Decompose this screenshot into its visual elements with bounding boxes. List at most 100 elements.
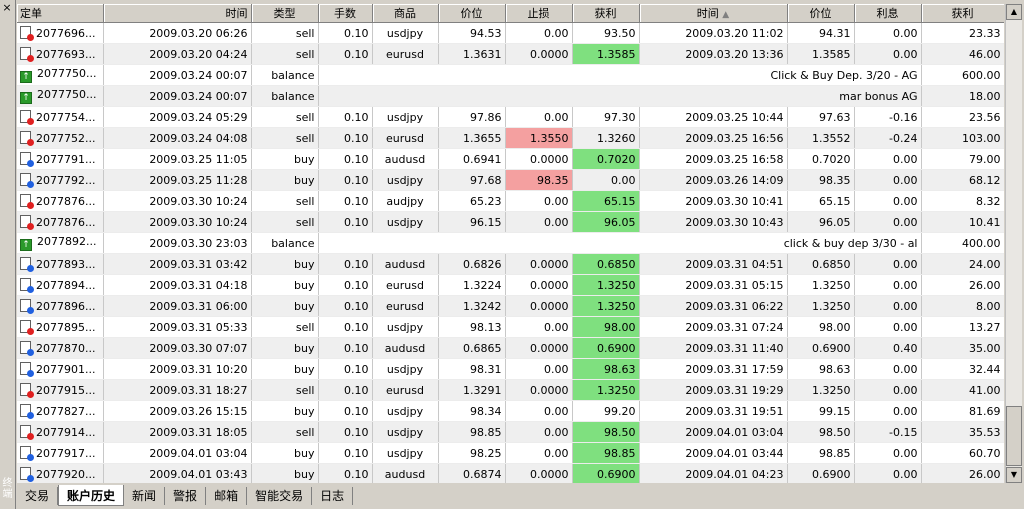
cell-type: buy (251, 253, 319, 275)
scrollbar-thumb[interactable] (1006, 406, 1022, 466)
cell-symbol: usdjpy (372, 442, 439, 464)
cell-time: 2009.03.31 06:00 (103, 295, 252, 317)
table-row[interactable]: 2077876... 2009.03.30 10:24 sell 0.10 audjpy… (17, 190, 1004, 212)
cell-swap: 0.00 (854, 43, 922, 65)
cell-time: 2009.04.01 03:04 (103, 442, 252, 464)
buy-order-icon (20, 341, 34, 356)
order-id: 2077693... (36, 48, 96, 61)
cell-price: 98.13 (438, 316, 506, 338)
table-row[interactable]: 2077827... 2009.03.26 15:15 buy 0.10 usdjpy 9… (17, 400, 1004, 422)
table-row[interactable]: 2077914... 2009.03.31 18:05 sell 0.10 usdjpy… (17, 421, 1004, 443)
cell-size: 0.10 (318, 400, 373, 422)
sell-order-icon (20, 47, 34, 62)
cell-time: 2009.03.25 11:28 (103, 169, 252, 191)
order-id: 2077893... (36, 258, 96, 271)
vertical-scrollbar[interactable]: ▲ ▼ (1005, 4, 1022, 483)
col-header-size[interactable]: 手数 (318, 4, 373, 23)
arrow-up-icon[interactable]: ▲ (1006, 4, 1022, 20)
order-id: 2077896... (36, 300, 96, 313)
col-header-order[interactable]: 定单 (17, 4, 104, 23)
cell-swap: 0.00 (854, 190, 922, 212)
table-row[interactable]: 2077791... 2009.03.25 11:05 buy 0.10 audusd 0… (17, 148, 1004, 170)
tab-alerts[interactable]: 警报 (165, 487, 207, 505)
cell-profit: 23.33 (921, 22, 1004, 44)
tab-trade[interactable]: 交易 (17, 487, 59, 505)
arrow-down-icon[interactable]: ▼ (1006, 467, 1022, 483)
cell-type: buy (251, 337, 319, 359)
cell-time: 2009.03.31 10:20 (103, 358, 252, 380)
close-icon[interactable]: × (1, 2, 13, 14)
col-header-profit[interactable]: 获利 (921, 4, 1004, 23)
table-row[interactable]: 2077901... 2009.03.31 10:20 buy 0.10 usdjpy 9… (17, 358, 1004, 380)
table-row[interactable]: 2077895... 2009.03.31 05:33 sell 0.10 usdjpy… (17, 316, 1004, 338)
table-row[interactable]: 2077896... 2009.03.31 06:00 buy 0.10 eurusd 1… (17, 295, 1004, 317)
col-header-type[interactable]: 类型 (251, 4, 319, 23)
table-row[interactable]: 2077917... 2009.04.01 03:04 buy 0.10 usdjpy 9… (17, 442, 1004, 464)
cell-profit: 35.53 (921, 421, 1004, 443)
order-id: 2077754... (36, 111, 96, 124)
cell-close-price: 1.3250 (787, 274, 855, 296)
cell-close-time: 2009.03.20 13:36 (639, 43, 788, 65)
cell-type: buy (251, 274, 319, 296)
table-row[interactable]: 2077894... 2009.03.31 04:18 buy 0.10 eurusd 1… (17, 274, 1004, 296)
table-row[interactable]: 2077870... 2009.03.30 07:07 buy 0.10 audusd 0… (17, 337, 1004, 359)
cell-type: buy (251, 295, 319, 317)
table-row[interactable]: 2077920... 2009.04.01 03:43 buy 0.10 audusd 0… (17, 463, 1004, 483)
cell-sl: 0.00 (505, 106, 573, 128)
cell-close-time: 2009.03.31 19:51 (639, 400, 788, 422)
table-row[interactable]: 2077696... 2009.03.20 06:26 sell 0.10 usdjpy… (17, 22, 1004, 44)
buy-order-icon (20, 173, 34, 188)
cell-close-time: 2009.03.30 10:43 (639, 211, 788, 233)
col-header-close-time[interactable]: 时间 ▲ (639, 4, 788, 23)
cell-price: 97.86 (438, 106, 506, 128)
tab-expert-advisors[interactable]: 智能交易 (247, 487, 313, 505)
cell-type: sell (251, 379, 319, 401)
cell-price: 1.3242 (438, 295, 506, 317)
cell-type: sell (251, 106, 319, 128)
cell-tp: 98.00 (572, 316, 640, 338)
cell-symbol: audusd (372, 253, 439, 275)
col-header-price[interactable]: 价位 (438, 4, 506, 23)
col-header-symbol[interactable]: 商品 (372, 4, 439, 23)
table-row[interactable]: 2077876... 2009.03.30 10:24 sell 0.10 usdjpy… (17, 211, 1004, 233)
table-row[interactable]: 2077752... 2009.03.24 04:08 sell 0.10 eurusd… (17, 127, 1004, 149)
table-row[interactable]: 2077915... 2009.03.31 18:27 sell 0.10 eurusd… (17, 379, 1004, 401)
cell-sl: 0.0000 (505, 148, 573, 170)
col-header-sl[interactable]: 止损 (505, 4, 573, 23)
cell-time: 2009.03.30 10:24 (103, 190, 252, 212)
cell-time: 2009.03.30 07:07 (103, 337, 252, 359)
cell-size: 0.10 (318, 358, 373, 380)
table-row[interactable]: ↑ 2077750... 2009.03.24 00:07 balance Click … (17, 64, 1004, 86)
cell-tp: 99.20 (572, 400, 640, 422)
terminal-side-bar: × 终端 (0, 0, 16, 509)
cell-type: balance (251, 85, 319, 107)
cell-profit: 23.56 (921, 106, 1004, 128)
table-row[interactable]: ↑ 2077750... 2009.03.24 00:07 balance mar bo… (17, 85, 1004, 107)
cell-close-time: 2009.03.31 07:24 (639, 316, 788, 338)
col-header-time[interactable]: 时间 (103, 4, 252, 23)
tab-news[interactable]: 新闻 (124, 487, 166, 505)
table-row[interactable]: 2077893... 2009.03.31 03:42 buy 0.10 audusd 0… (17, 253, 1004, 275)
cell-size: 0.10 (318, 190, 373, 212)
table-row[interactable]: 2077792... 2009.03.25 11:28 buy 0.10 usdjpy 9… (17, 169, 1004, 191)
cell-type: sell (251, 127, 319, 149)
cell-size: 0.10 (318, 316, 373, 338)
cell-price: 0.6826 (438, 253, 506, 275)
table-row[interactable]: 2077693... 2009.03.20 04:24 sell 0.10 eurusd… (17, 43, 1004, 65)
cell-tp: 97.30 (572, 106, 640, 128)
tab-account-history[interactable]: 账户历史 (58, 485, 125, 506)
cell-swap: 0.00 (854, 253, 922, 275)
table-row[interactable]: ↑ 2077892... 2009.03.30 23:03 balance click … (17, 232, 1004, 254)
cell-tp: 98.85 (572, 442, 640, 464)
cell-profit: 26.00 (921, 463, 1004, 483)
col-header-tp[interactable]: 获利 (572, 4, 640, 23)
table-row[interactable]: 2077754... 2009.03.24 05:29 sell 0.10 usdjpy… (17, 106, 1004, 128)
cell-order: 2077893... (17, 253, 104, 275)
tab-journal[interactable]: 日志 (312, 487, 354, 505)
tab-mailbox[interactable]: 邮箱 (206, 487, 248, 505)
col-header-swap[interactable]: 利息 (854, 4, 922, 23)
col-header-close-price[interactable]: 价位 (787, 4, 855, 23)
cell-swap: -0.15 (854, 421, 922, 443)
cell-tp: 0.6900 (572, 337, 640, 359)
buy-order-icon (20, 152, 34, 167)
